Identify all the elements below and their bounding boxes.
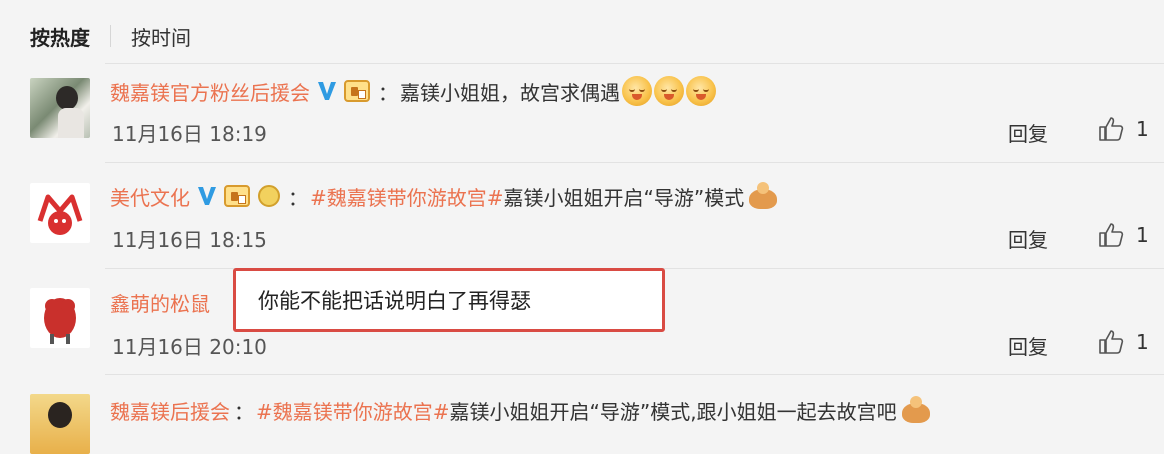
divider [105, 162, 1164, 163]
timestamp: 11月16日 20:10 [112, 335, 267, 359]
smiley-emoji-icon [258, 185, 280, 207]
tab-separator [110, 25, 111, 47]
reply-button[interactable]: 回复 [1008, 224, 1048, 253]
comment-text: 嘉镁小姐姐，故宫求偶遇 [400, 80, 620, 105]
like-button[interactable]: 1 [1098, 329, 1149, 355]
reply-button[interactable]: 回复 [1008, 331, 1048, 360]
colon: ： [288, 185, 308, 210]
comment-line: 魏嘉镁官方粉丝后援会 ： 嘉镁小姐姐，故宫求偶遇 [110, 74, 716, 108]
verified-v-icon [198, 187, 216, 205]
tab-sort-by-hot[interactable]: 按热度 [30, 22, 90, 51]
comment-line: 鑫萌的松鼠 [110, 285, 210, 319]
like-count: 1 [1136, 330, 1149, 354]
colon: ： [378, 80, 398, 105]
highlighted-comment-box: 你能不能把话说明白了再得瑟 [233, 268, 665, 332]
smiley-emoji-icon [686, 76, 716, 106]
smiley-emoji-icon [654, 76, 684, 106]
username-link[interactable]: 美代文化 [110, 182, 190, 211]
like-count: 1 [1136, 117, 1149, 141]
comment-text: 嘉镁小姐姐开启“导游”模式,跟小姐姐一起去故宫吧 [449, 399, 897, 424]
username-link[interactable]: 魏嘉镁官方粉丝后援会 [110, 77, 310, 106]
thumbs-up-icon [1099, 330, 1124, 354]
avatar[interactable] [30, 183, 90, 243]
fan-badge-icon [344, 80, 370, 102]
thumbs-up-icon [1099, 117, 1124, 141]
fan-badge-icon [224, 185, 250, 207]
avatar[interactable] [30, 78, 90, 138]
timestamp: 11月16日 18:19 [112, 122, 267, 146]
timestamp: 11月16日 18:15 [112, 228, 267, 252]
comment-text: 你能不能把话说明白了再得瑟 [258, 289, 531, 313]
smiley-emoji-icon [622, 76, 652, 106]
username-link[interactable]: 鑫萌的松鼠 [110, 288, 210, 317]
username-link[interactable]: 魏嘉镁后援会 [110, 396, 230, 425]
comment-line: 美代文化 ： #魏嘉镁带你游故宫# 嘉镁小姐姐开启“导游”模式 [110, 179, 780, 213]
turkey-emoji-icon [899, 395, 933, 425]
divider [105, 374, 1164, 375]
sort-tabs: 按热度 按时间 [30, 20, 191, 52]
comment-line: 魏嘉镁后援会 ： #魏嘉镁带你游故宫# 嘉镁小姐姐开启“导游”模式,跟小姐姐一起… [110, 393, 933, 427]
tab-sort-by-time[interactable]: 按时间 [131, 22, 191, 51]
topic-link[interactable]: #魏嘉镁带你游故宫# [256, 396, 450, 425]
comment-text: 嘉镁小姐姐开启“导游”模式 [503, 185, 745, 210]
reply-button[interactable]: 回复 [1008, 118, 1048, 147]
colon: ： [234, 399, 254, 424]
avatar[interactable] [30, 394, 90, 454]
like-count: 1 [1136, 223, 1149, 247]
like-button[interactable]: 1 [1098, 222, 1149, 248]
like-button[interactable]: 1 [1098, 116, 1149, 142]
turkey-emoji-icon [746, 181, 780, 211]
thumbs-up-icon [1099, 223, 1124, 247]
divider [105, 63, 1164, 64]
avatar[interactable] [30, 288, 90, 348]
verified-v-icon [318, 82, 336, 100]
topic-link[interactable]: #魏嘉镁带你游故宫# [310, 182, 504, 211]
